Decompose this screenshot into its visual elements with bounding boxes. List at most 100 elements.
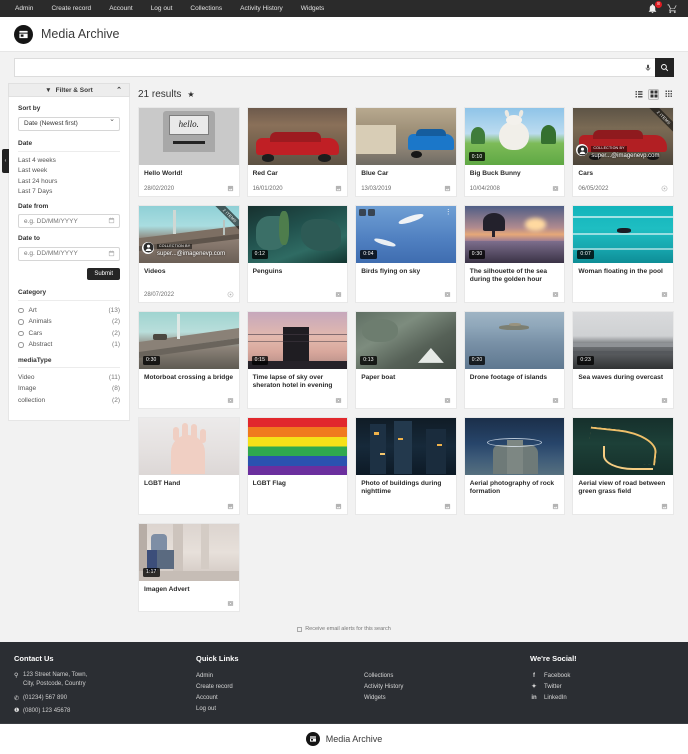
footer-link-admin[interactable]: Admin [196,671,282,682]
media-thumbnail[interactable] [356,108,456,165]
nav-item-widgets[interactable]: Widgets [292,0,333,17]
media-thumbnail[interactable]: 0:07 [573,205,673,263]
media-card[interactable]: LGBT Flag [246,416,349,515]
media-card[interactable]: ⋮ 0:04 Birds flying on sky [355,204,457,303]
media-card[interactable]: 0:07 Woman floating in the pool [572,204,674,303]
media-card[interactable]: 0:15 Time lapse of sky over sheraton hot… [246,310,349,409]
media-thumbnail[interactable]: 0:30 [464,205,565,263]
media-card[interactable]: Aerial view of road between green grass … [572,416,674,515]
media-thumbnail[interactable]: 0:15 [247,311,348,369]
thumbnail-image: hello. [139,108,239,165]
media-meta-bottom [361,391,451,404]
selection-badges[interactable] [359,208,376,216]
media-thumbnail[interactable]: 0:20 [464,311,565,369]
footer-link-account[interactable]: Account [196,693,282,704]
date-link-last-4-weeks[interactable]: Last 4 weeks [18,156,120,167]
sidebar-toggle-tab[interactable]: ‹ [2,149,9,173]
category-option-art[interactable]: Art (13) [18,305,120,317]
media-card[interactable]: LGBT Hand [138,416,240,515]
media-duration: 0:15 [251,355,269,365]
footer-social-linkedin[interactable]: in LinkedIn [530,693,674,704]
media-card[interactable]: 0:12 Penguins [246,204,349,303]
media-card[interactable]: 1:17 Imagen Advert [138,522,240,612]
cart-button[interactable] [667,3,678,15]
footer-link-log-out[interactable]: Log out [196,704,282,715]
media-thumbnail[interactable]: 0:13 [356,311,456,369]
save-search-star-icon[interactable]: ★ [187,90,194,99]
nav-item-account[interactable]: Account [100,0,142,17]
media-card[interactable]: Aerial photography of rock formation [463,416,566,515]
media-meta: Red Car 16/01/2020 [248,165,348,196]
date-link-last-24-hours[interactable]: Last 24 hours [18,177,120,188]
media-card[interactable]: 0:30 The silhouette of the sea during th… [463,204,566,303]
media-meta: Paper boat [356,369,456,408]
media-card[interactable]: 0:20 Drone footage of islands [463,310,566,409]
media-card[interactable]: 0:10 Big Buck Bunny 10/04/2008 [463,107,566,197]
email-alerts-row[interactable]: Receive email alerts for this search [0,626,688,632]
media-date: 28/02/2020 [144,185,175,192]
compact-view-icon[interactable] [663,89,674,100]
nav-item-log-out[interactable]: Log out [142,0,182,17]
media-thumbnail[interactable]: 2 ITEMS COLLECTION BY super...@imagenevp… [573,108,673,165]
category-option-cars[interactable]: Cars (2) [18,328,120,340]
nav-item-activity-history[interactable]: Activity History [231,0,292,17]
mediatype-option-image[interactable]: Image (8) [18,383,120,395]
media-thumbnail[interactable] [139,417,239,475]
date-link-last-week[interactable]: Last week [18,166,120,177]
category-option-animals[interactable]: Animals (2) [18,316,120,328]
footer-social-facebook[interactable]: f Facebook [530,671,674,682]
compact-view-glyph [665,90,672,97]
footer-link-widgets[interactable]: Widgets [364,693,450,704]
media-thumbnail[interactable]: 1:17 [139,523,239,581]
nav-item-collections[interactable]: Collections [181,0,231,17]
footer-link-create-record[interactable]: Create record [196,682,282,693]
collection-ribbon: 2 ITEMS [639,108,673,142]
list-view-icon[interactable] [633,89,644,100]
footer-social-twitter[interactable]: ✦ Twitter [530,682,674,693]
media-card[interactable]: Photo of buildings during nighttime [355,416,457,515]
media-thumbnail[interactable] [464,417,565,475]
nav-item-admin[interactable]: Admin [6,0,42,17]
media-card[interactable]: 0:13 Paper boat [355,310,457,409]
media-card[interactable]: 2 ITEMS COLLECTION BY super...@imagenevp… [138,204,240,303]
app-logo[interactable] [14,24,33,44]
media-thumbnail[interactable]: hello. [139,108,239,165]
bottom-logo[interactable] [305,732,320,746]
media-card[interactable]: Red Car 16/01/2020 [246,107,349,197]
footer-link-collections[interactable]: Collections [364,671,450,682]
media-thumbnail[interactable]: 0:10 [464,108,565,165]
media-card[interactable]: hello. Hello World! 28/02/2020 [138,107,240,197]
notifications-button[interactable]: 8 [647,0,662,15]
search-input[interactable] [15,64,641,71]
grid-view-icon[interactable] [648,88,659,100]
date-link-last-7-days[interactable]: Last 7 Days [18,187,120,198]
media-card[interactable]: 2 ITEMS COLLECTION BY super...@imagenevp… [572,107,674,197]
media-card[interactable]: Blue Car 13/03/2019 [355,107,457,197]
media-thumbnail[interactable]: 0:23 [573,311,673,369]
mediatype-option-collection[interactable]: collection (2) [18,395,120,407]
media-thumbnail[interactable]: 2 ITEMS COLLECTION BY super...@imagenevp… [139,205,239,263]
media-thumbnail[interactable] [573,417,673,475]
category-option-abstract[interactable]: Abstract (1) [18,339,120,351]
media-thumbnail[interactable] [247,108,348,165]
media-card[interactable]: 0:30 Motorboat crossing a bridge [138,310,240,409]
media-thumbnail[interactable]: ⋮ 0:04 [356,205,456,263]
voice-search-button[interactable] [641,64,655,72]
mediatype-option-video[interactable]: Video (11) [18,372,120,384]
date-to-input[interactable] [18,246,120,261]
email-alerts-checkbox[interactable] [297,626,303,632]
media-thumbnail[interactable] [356,417,456,475]
media-card[interactable]: 0:23 Sea waves during overcast [572,310,674,409]
media-thumbnail[interactable]: 0:30 [139,311,239,369]
footer-link-activity-history[interactable]: Activity History [364,682,450,693]
card-options-kebab-icon[interactable]: ⋮ [445,209,452,216]
nav-item-create-record[interactable]: Create record [42,0,100,17]
select-checkbox-icon[interactable] [359,208,367,216]
filter-sort-header[interactable]: ▼ Filter & Sort ⌃ [8,83,130,97]
date-from-input[interactable] [18,214,120,228]
submit-button[interactable]: Submit [87,267,120,280]
media-thumbnail[interactable] [247,417,348,475]
media-thumbnail[interactable]: 0:12 [247,205,348,263]
sort-by-select[interactable]: Date (Newest first) [18,116,120,131]
search-submit-button[interactable] [655,58,674,77]
